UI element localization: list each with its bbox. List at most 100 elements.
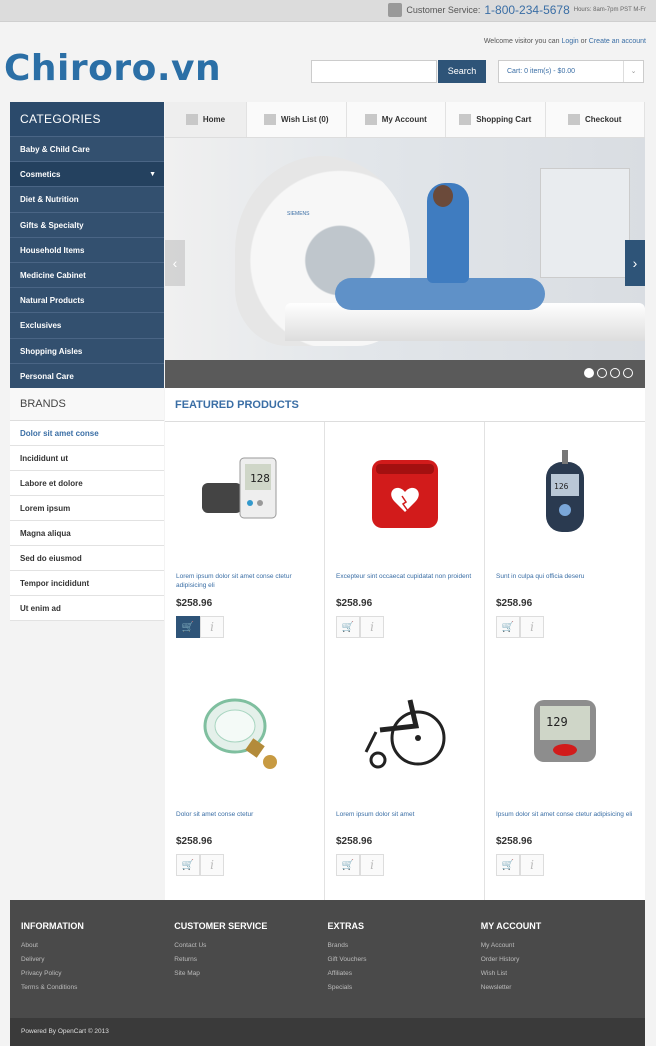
featured-title: FEATURED PRODUCTS <box>165 388 645 422</box>
footer-link[interactable]: Returns <box>174 953 327 967</box>
product-name[interactable]: Excepteur sint occaecat cupidatat non pr… <box>336 572 473 594</box>
login-link[interactable]: Login <box>562 38 579 45</box>
footer-link[interactable]: About <box>21 939 174 953</box>
product-name[interactable]: Ipsum dolor sit amet conse ctetur adipis… <box>496 810 634 832</box>
brand-item[interactable]: Sed do eiusmod <box>10 546 164 571</box>
info-button[interactable]: i <box>200 854 224 876</box>
footer-link[interactable]: Terms & Conditions <box>21 981 174 995</box>
nav-checkout[interactable]: Checkout <box>546 102 645 137</box>
product-card: Dolor sit amet conse ctetur $258.96 🛒 i <box>165 660 325 900</box>
nav-my-account[interactable]: My Account <box>347 102 446 137</box>
category-item[interactable]: Natural Products <box>10 287 164 313</box>
category-item[interactable]: Shopping Aisles <box>10 337 164 363</box>
customer-service: Customer Service: 1-800-234-5678 Hours: … <box>388 3 646 17</box>
footer-link[interactable]: Affiliates <box>328 967 481 981</box>
info-button[interactable]: i <box>360 854 384 876</box>
oxygen-mask-icon[interactable] <box>176 672 313 790</box>
nav-wishlist[interactable]: Wish List (0) <box>247 102 347 137</box>
brand-item[interactable]: Dolor sit amet conse <box>10 421 164 446</box>
defibrillator-icon[interactable] <box>336 434 473 552</box>
footer-link[interactable]: Site Map <box>174 967 327 981</box>
info-button[interactable]: i <box>360 616 384 638</box>
brand-item[interactable]: Labore et dolore <box>10 471 164 496</box>
brand-item[interactable]: Magna aliqua <box>10 521 164 546</box>
slider-dot[interactable] <box>623 368 633 378</box>
glucose-meter-icon[interactable]: 126 <box>496 434 634 552</box>
add-to-cart-button[interactable]: 🛒 <box>176 854 200 876</box>
nav-label: Home <box>202 115 226 124</box>
category-item[interactable]: Cosmetics ▼ <box>10 161 164 187</box>
add-to-cart-button[interactable]: 🛒 <box>176 616 200 638</box>
footer-link[interactable]: Specials <box>328 981 481 995</box>
product-name[interactable]: Lorem ipsum dolor sit amet conse ctetur … <box>176 572 313 594</box>
add-to-cart-button[interactable]: 🛒 <box>336 854 360 876</box>
product-name[interactable]: Lorem ipsum dolor sit amet <box>336 810 473 832</box>
category-item[interactable]: Household Items <box>10 236 164 262</box>
welcome-text: Welcome visitor you can Login or Create … <box>484 38 646 45</box>
slider-next-button[interactable]: › <box>625 240 645 286</box>
product-actions: 🛒 i <box>336 854 473 876</box>
product-card: Lorem ipsum dolor sit amet $258.96 🛒 i <box>325 660 485 900</box>
add-to-cart-button[interactable]: 🛒 <box>496 854 520 876</box>
slider-prev-button[interactable]: ‹ <box>165 240 185 286</box>
product-actions: 🛒 i <box>336 616 473 638</box>
brand-item[interactable]: Incididunt ut <box>10 446 164 471</box>
hours-text: Hours: 8am-7pm PST M-Fr <box>573 7 646 13</box>
footer-column-title: MY ACCOUNT <box>480 921 542 931</box>
slider-dot[interactable] <box>584 368 594 378</box>
nav-label: Shopping Cart <box>476 115 532 124</box>
wheelchair-icon[interactable] <box>336 672 473 790</box>
add-to-cart-button[interactable]: 🛒 <box>496 616 520 638</box>
info-button[interactable]: i <box>200 616 224 638</box>
product-name[interactable]: Sunt in culpa qui officia deseru <box>496 572 634 594</box>
scanner-brand: SIEMENS <box>287 211 310 217</box>
info-button[interactable]: i <box>520 616 544 638</box>
category-item[interactable]: Medicine Cabinet <box>10 261 164 288</box>
wrist-monitor-icon[interactable]: 129 <box>496 672 634 790</box>
checkout-icon <box>568 114 581 125</box>
footer-link[interactable]: Delivery <box>21 953 174 967</box>
footer-link[interactable]: Gift Vouchers <box>328 953 481 967</box>
product-price: $258.96 <box>496 836 533 847</box>
footer-link[interactable]: Contact Us <box>174 939 327 953</box>
footer-link[interactable]: Privacy Policy <box>21 967 174 981</box>
chevron-down-icon[interactable]: ⌄ <box>623 61 643 82</box>
search-input[interactable] <box>311 60 437 83</box>
nav-shopping-cart[interactable]: Shopping Cart <box>446 102 546 137</box>
powered-by: Powered By OpenCart © 2013 <box>10 1018 645 1046</box>
slider-dot[interactable] <box>597 368 607 378</box>
footer-column: MY ACCOUNT My Account Order History Wish Li… <box>481 921 634 1018</box>
main-nav: Home Wish List (0) My Account Shopping C… <box>165 102 645 138</box>
category-item[interactable]: Exclusives <box>10 312 164 338</box>
footer-link[interactable]: Brands <box>328 939 481 953</box>
footer-link[interactable]: Newsletter <box>481 981 634 995</box>
category-item[interactable]: Personal Care <box>10 362 164 388</box>
category-label: Diet & Nutrition <box>20 195 79 205</box>
footer-link[interactable]: Wish List <box>481 967 634 981</box>
hero-slider[interactable]: SIEMENS ‹ › <box>165 138 645 388</box>
slider-footer <box>165 360 645 388</box>
category-item[interactable]: Gifts & Specialty <box>10 211 164 237</box>
svg-text:128: 128 <box>250 472 270 485</box>
search-button[interactable]: Search <box>438 60 486 83</box>
category-label: Baby & Child Care <box>20 145 90 154</box>
brand-item[interactable]: Tempor incididunt <box>10 571 164 596</box>
brands-title: BRANDS <box>10 388 164 421</box>
create-account-link[interactable]: Create an account <box>589 38 646 45</box>
footer-link[interactable]: Order History <box>481 953 634 967</box>
blood-pressure-monitor-icon[interactable]: 128 <box>176 434 313 552</box>
slider-dot[interactable] <box>610 368 620 378</box>
add-to-cart-button[interactable]: 🛒 <box>336 616 360 638</box>
site-logo[interactable]: Chiroro.vn <box>4 48 221 89</box>
footer-link[interactable]: My Account <box>481 939 634 953</box>
category-item[interactable]: Baby & Child Care <box>10 136 164 162</box>
nav-home[interactable]: Home <box>165 102 247 137</box>
product-name[interactable]: Dolor sit amet conse ctetur <box>176 810 313 832</box>
footer-column-title: EXTRAS <box>327 921 365 931</box>
category-item[interactable]: Diet & Nutrition <box>10 186 164 212</box>
info-button[interactable]: i <box>520 854 544 876</box>
brand-item[interactable]: Lorem ipsum <box>10 496 164 521</box>
cart-dropdown[interactable]: Cart: 0 item(s) - $0.00 ⌄ <box>498 60 644 83</box>
brand-item[interactable]: Ut enim ad <box>10 596 164 621</box>
customer-service-label: Customer Service: <box>406 5 481 15</box>
